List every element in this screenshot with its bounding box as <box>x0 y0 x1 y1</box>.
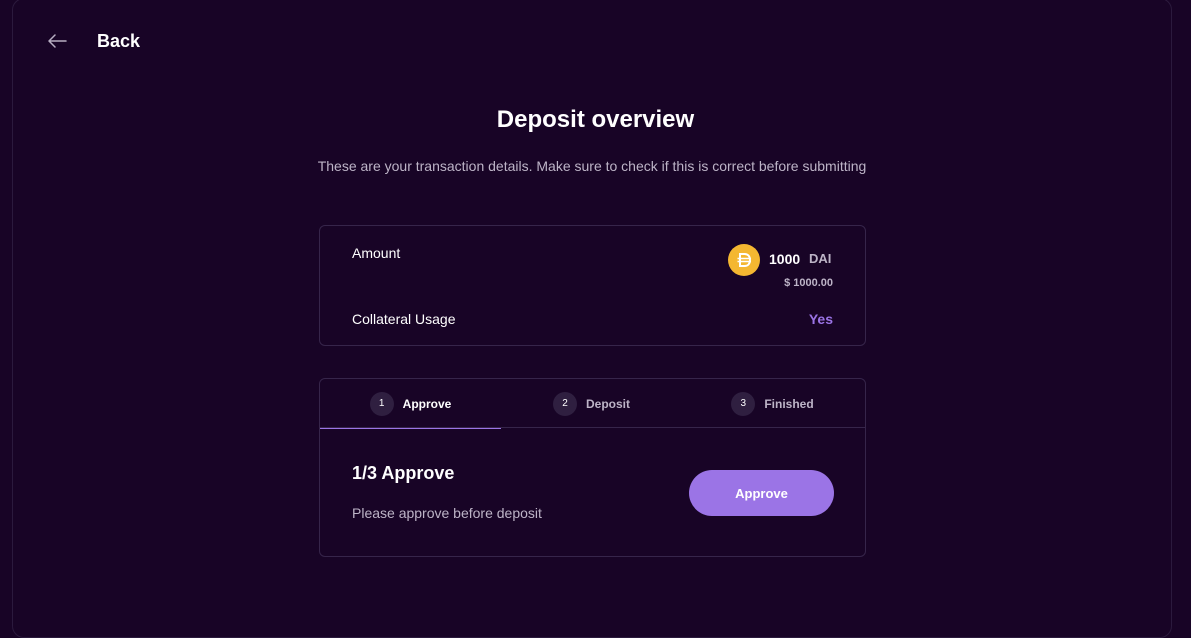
step-number-badge: 3 <box>731 391 756 416</box>
step-title: 1/3 Approve <box>352 463 455 483</box>
step-tabs: 1 Approve 2 Deposit 3 Finished <box>320 379 865 429</box>
tab-label: Approve <box>402 396 452 411</box>
amount-usd-value: $ 1000.00 <box>784 277 833 289</box>
overview-card: Amount 1000 DAI $ 1000.00 Collateral Usa… <box>319 225 866 346</box>
tab-approve[interactable]: 1 Approve <box>320 379 501 429</box>
steps-card: 1 Approve 2 Deposit 3 Finished 1/3 Appro… <box>319 378 866 557</box>
approve-button[interactable]: Approve <box>689 470 834 516</box>
step-number-badge: 1 <box>369 391 394 416</box>
collateral-usage-value: Yes <box>808 311 833 327</box>
tab-label: Finished <box>764 396 814 411</box>
page-title: Deposit overview <box>496 106 695 133</box>
tab-finished[interactable]: 3 Finished <box>682 379 863 428</box>
tab-deposit[interactable]: 2 Deposit <box>501 379 682 428</box>
back-label: Back <box>97 31 141 51</box>
collateral-usage-label: Collateral Usage <box>352 311 456 327</box>
back-button[interactable]: Back <box>46 28 140 54</box>
amount-label: Amount <box>352 245 401 261</box>
tab-label: Deposit <box>585 396 630 411</box>
step-description: Please approve before deposit <box>352 505 542 521</box>
amount-unit: DAI <box>809 251 832 266</box>
step-number-badge: 2 <box>552 391 577 416</box>
arrow-left-icon <box>48 34 67 48</box>
page-subtitle: These are your transaction details. Make… <box>317 158 867 174</box>
amount-value: 1000 <box>769 251 801 267</box>
dai-token-icon <box>728 244 760 276</box>
